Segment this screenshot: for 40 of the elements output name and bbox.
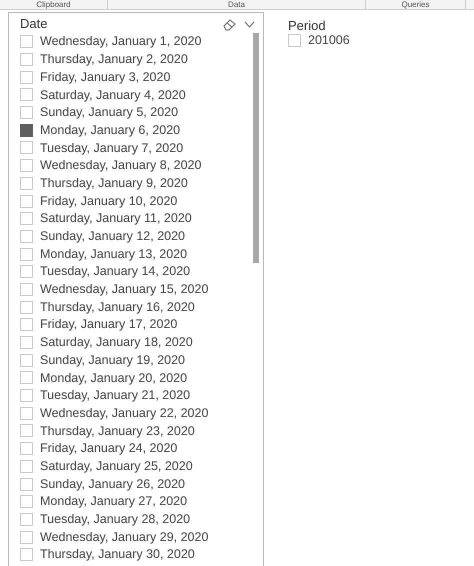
ribbon-group-label: Queries <box>366 0 466 9</box>
ribbon-group-label: Data <box>108 0 366 9</box>
slicer-item[interactable]: Sunday, January 12, 2020 <box>20 228 263 246</box>
slicer-item[interactable]: Wednesday, January 15, 2020 <box>20 280 263 298</box>
slicer-item[interactable]: Wednesday, January 29, 2020 <box>20 528 263 546</box>
slicer-item[interactable]: Saturday, January 4, 2020 <box>20 86 263 104</box>
slicer-item[interactable]: Monday, January 13, 2020 <box>20 245 263 263</box>
slicer-item[interactable]: Tuesday, January 21, 2020 <box>20 386 263 404</box>
slicer-item[interactable]: Thursday, January 2, 2020 <box>20 50 263 68</box>
slicer-item[interactable]: Tuesday, January 7, 2020 <box>20 139 263 157</box>
slicer-item[interactable]: Monday, January 20, 2020 <box>20 369 263 387</box>
slicer-item[interactable]: Sunday, January 26, 2020 <box>20 475 263 493</box>
ribbon-group-label: Clipboard <box>0 0 108 9</box>
slicer-item[interactable]: Thursday, January 16, 2020 <box>20 298 263 316</box>
slicer-item[interactable]: Wednesday, January 22, 2020 <box>20 404 263 422</box>
slicer-item[interactable]: 201006 <box>288 32 350 50</box>
eraser-icon[interactable] <box>223 18 238 30</box>
slicer-item[interactable]: Saturday, January 18, 2020 <box>20 334 263 352</box>
slicer-title: Date <box>20 15 48 34</box>
slicer-item[interactable]: Sunday, January 5, 2020 <box>20 104 263 122</box>
slicer-item[interactable]: Monday, January 6, 2020 <box>20 121 263 140</box>
chevron-down-icon[interactable] <box>244 20 255 28</box>
checkbox[interactable] <box>20 124 33 137</box>
slicer-item[interactable]: Saturday, January 11, 2020 <box>20 210 263 228</box>
slicer-item[interactable]: Thursday, January 30, 2020 <box>20 546 263 564</box>
slicer-item[interactable]: Sunday, January 19, 2020 <box>20 351 263 370</box>
slicer-item[interactable]: Tuesday, January 28, 2020 <box>20 510 263 528</box>
scrollbar[interactable] <box>253 33 259 263</box>
slicer-item[interactable]: Thursday, January 23, 2020 <box>20 422 263 440</box>
slicer-item[interactable]: Wednesday, January 1, 2020 <box>20 33 263 51</box>
slicer-item[interactable]: Friday, January 10, 2020 <box>20 192 263 210</box>
slicer-item[interactable]: Friday, January 17, 2020 <box>20 316 263 334</box>
slicer-item[interactable]: Wednesday, January 8, 2020 <box>20 156 263 174</box>
slicer-title: Period <box>288 18 326 33</box>
slicer-item[interactable]: Monday, January 27, 2020 <box>20 492 263 511</box>
slicer-item[interactable]: Tuesday, January 14, 2020 <box>20 262 263 281</box>
slicer-item[interactable]: Thursday, January 9, 2020 <box>20 174 263 192</box>
slicer-item[interactable]: Saturday, January 25, 2020 <box>20 458 263 476</box>
slicer-item[interactable]: Friday, January 3, 2020 <box>20 68 263 86</box>
slicer-item[interactable]: Friday, January 24, 2020 <box>20 440 263 458</box>
